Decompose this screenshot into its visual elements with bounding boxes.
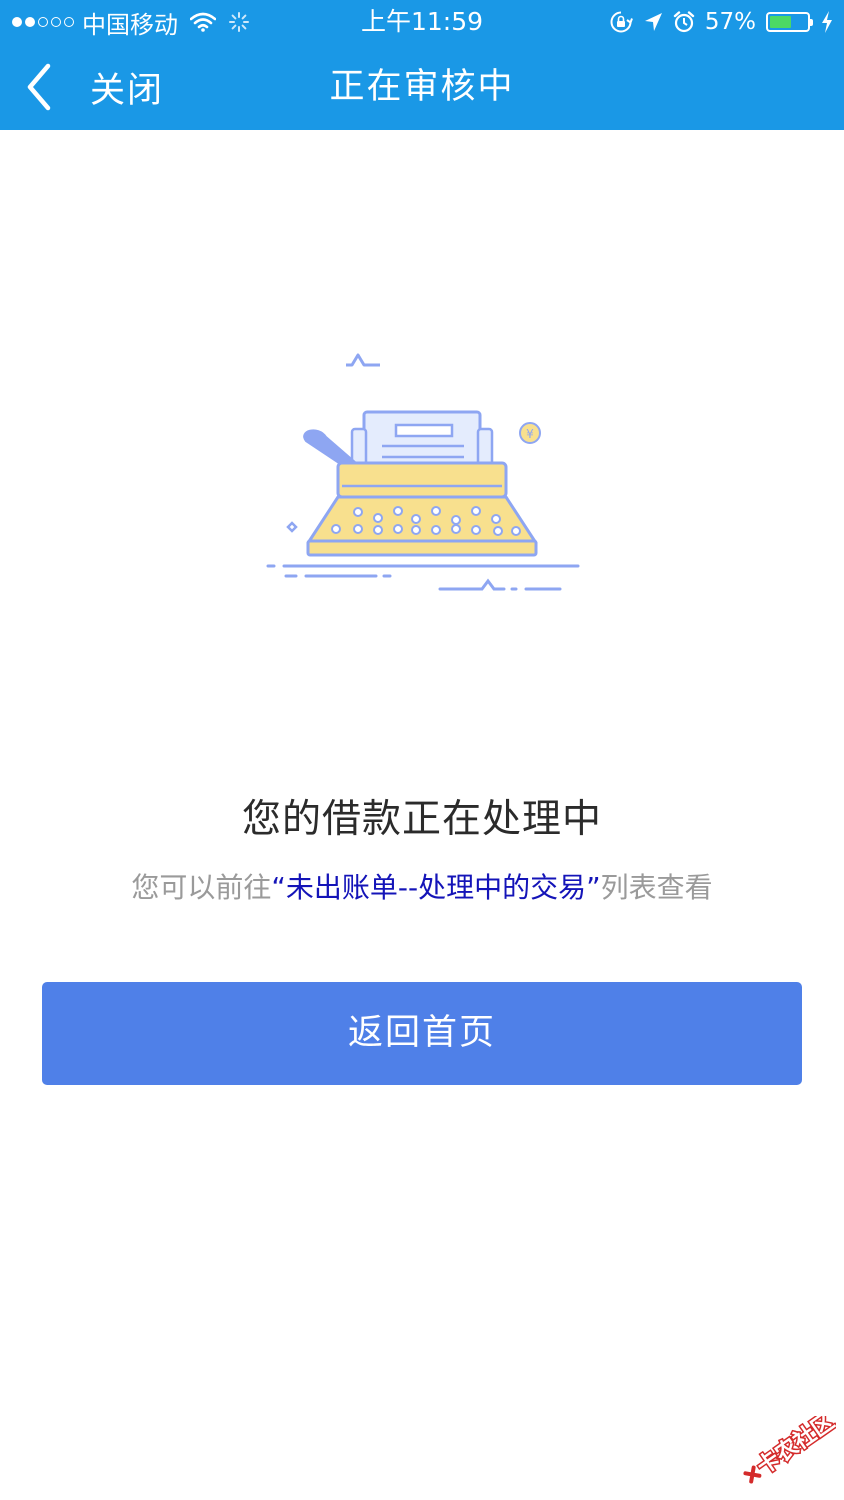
unbilled-transactions-link[interactable]: “未出账单--处理中的交易” <box>271 871 600 904</box>
typewriter-illustration: ¥ <box>266 353 580 591</box>
svg-text:¥: ¥ <box>526 427 534 441</box>
coin-icon: ¥ <box>519 422 541 444</box>
sparkle-left <box>286 521 298 533</box>
sub-message-prefix: 您可以前往 <box>131 871 272 904</box>
svg-text:卡农社区: 卡农社区 <box>752 1416 836 1480</box>
battery-fill <box>770 16 791 28</box>
status-right: 57% <box>609 6 834 38</box>
rotation-lock-icon <box>610 11 633 33</box>
nav-bar: 关闭 正在审核中 <box>0 44 844 130</box>
main-message: 您的借款正在处理中 <box>241 797 602 842</box>
alarm-icon <box>673 11 695 33</box>
battery-percent: 57% <box>704 9 756 35</box>
status-bar: 中国移动 上午11:59 57% <box>0 0 844 44</box>
battery-icon <box>766 12 813 32</box>
sub-message-suffix: 列表查看 <box>600 871 713 904</box>
watermark-logo: 卡农社区 <box>743 1416 836 1484</box>
sparkle-wave-top <box>346 353 380 367</box>
sub-message: 您可以前往“未出账单--处理中的交易”列表查看 <box>0 866 844 906</box>
ground-lines <box>266 564 580 591</box>
charging-bolt-icon <box>822 11 832 33</box>
typewriter-body <box>306 461 538 557</box>
location-arrow-icon <box>644 13 662 31</box>
page-title: 正在审核中 <box>329 67 515 107</box>
return-home-button[interactable]: 返回首页 <box>42 982 802 1085</box>
